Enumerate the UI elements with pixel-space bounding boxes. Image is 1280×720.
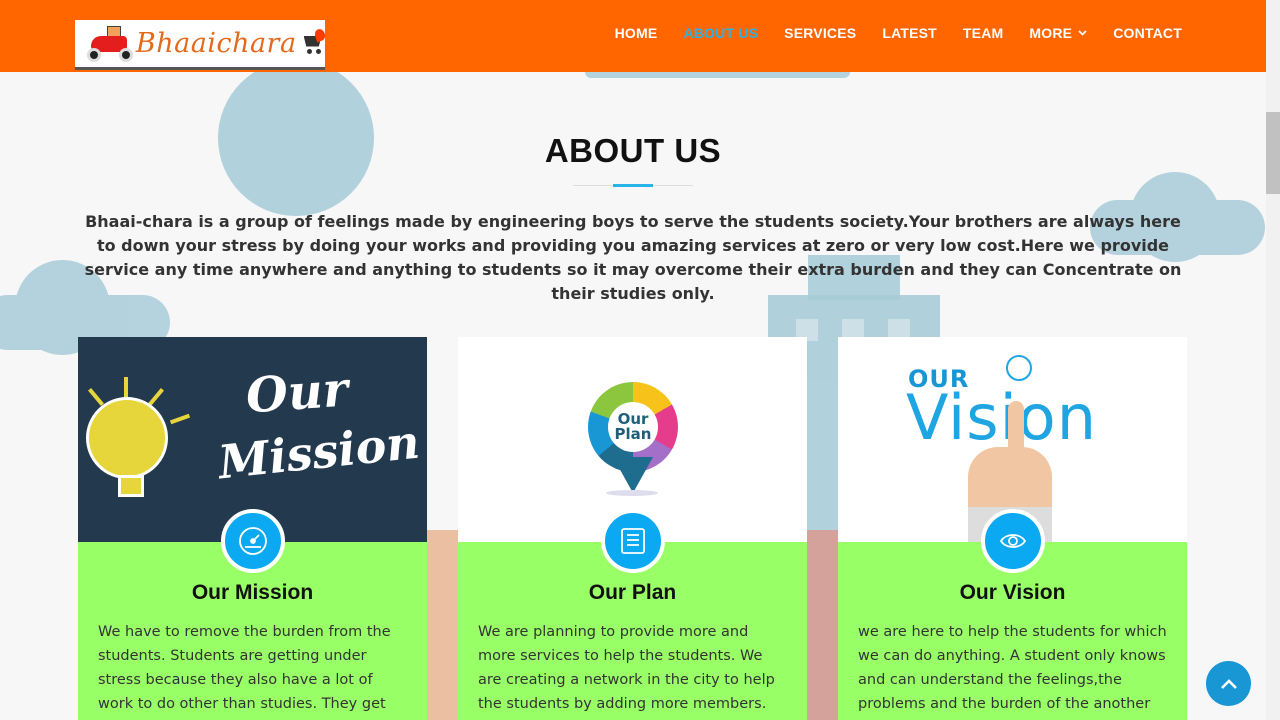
- lightbulb-icon: [86, 397, 168, 479]
- nav-team[interactable]: TEAM: [963, 25, 1003, 41]
- chevron-up-icon: [1220, 678, 1237, 689]
- card-plan: Our Plan Our Plan We are planning to pro…: [458, 337, 807, 720]
- image-caption: Our: [244, 361, 350, 425]
- eye-icon: [981, 509, 1045, 573]
- section-title: ABOUT US: [544, 132, 722, 169]
- nav-label: CONTACT: [1113, 25, 1182, 41]
- about-intro-text: Bhaai-chara is a group of feelings made …: [84, 212, 1182, 303]
- about-section: ABOUT US Bhaai-chara is a group of feeli…: [0, 72, 1266, 306]
- image-caption: Vision: [906, 381, 1098, 454]
- card-text: we are here to help the students for whi…: [858, 624, 1167, 712]
- logo-text: Bhaaichara: [135, 28, 297, 59]
- nav-about-us[interactable]: ABOUT US: [683, 25, 758, 41]
- card-title: Our Plan: [588, 581, 677, 604]
- nav-contact[interactable]: CONTACT: [1113, 25, 1182, 41]
- lightbulb-icon: [1006, 355, 1032, 381]
- page-scrollbar[interactable]: [1266, 0, 1280, 720]
- site-header: Bhaaichara HOME ABOUT US SERVICES LATEST…: [0, 0, 1266, 72]
- nav-label: SERVICES: [784, 25, 857, 41]
- card-title: Our Vision: [959, 581, 1066, 604]
- image-caption: Plan: [614, 425, 652, 443]
- site-logo[interactable]: Bhaaichara: [75, 20, 327, 70]
- scrollbar-thumb[interactable]: [1266, 112, 1280, 194]
- nav-label: LATEST: [882, 25, 937, 41]
- nav-services[interactable]: SERVICES: [784, 25, 856, 41]
- nav-label: MORE: [1029, 25, 1073, 41]
- scooter-icon: [85, 24, 134, 64]
- image-caption: Mission: [215, 414, 423, 490]
- nav-latest[interactable]: LATEST: [882, 25, 937, 41]
- nav-label: HOME: [614, 25, 658, 41]
- nav-more-dropdown[interactable]: MORE: [1029, 25, 1087, 41]
- card-vision: OUR Vision Our Vision we are here to hel…: [838, 337, 1187, 720]
- card-text: We are planning to provide more and more…: [478, 624, 775, 712]
- chevron-down-icon: [1078, 28, 1087, 39]
- nav-label: TEAM: [962, 25, 1004, 41]
- about-cards: Our Mission Our Mission We have to remov…: [78, 337, 1188, 720]
- card-mission: Our Mission Our Mission We have to remov…: [78, 337, 427, 720]
- cart-icon: [301, 27, 327, 55]
- speedometer-icon: [221, 509, 285, 573]
- nav-home[interactable]: HOME: [615, 25, 658, 41]
- card-title: Our Mission: [191, 581, 314, 604]
- title-underline: [573, 184, 693, 188]
- nav-label: ABOUT US: [683, 25, 759, 41]
- card-text: We have to remove the burden from the st…: [98, 624, 391, 712]
- list-icon: [601, 509, 665, 573]
- back-to-top-button[interactable]: [1206, 661, 1251, 706]
- main-nav: HOME ABOUT US SERVICES LATEST TEAM MORE …: [589, 0, 1182, 66]
